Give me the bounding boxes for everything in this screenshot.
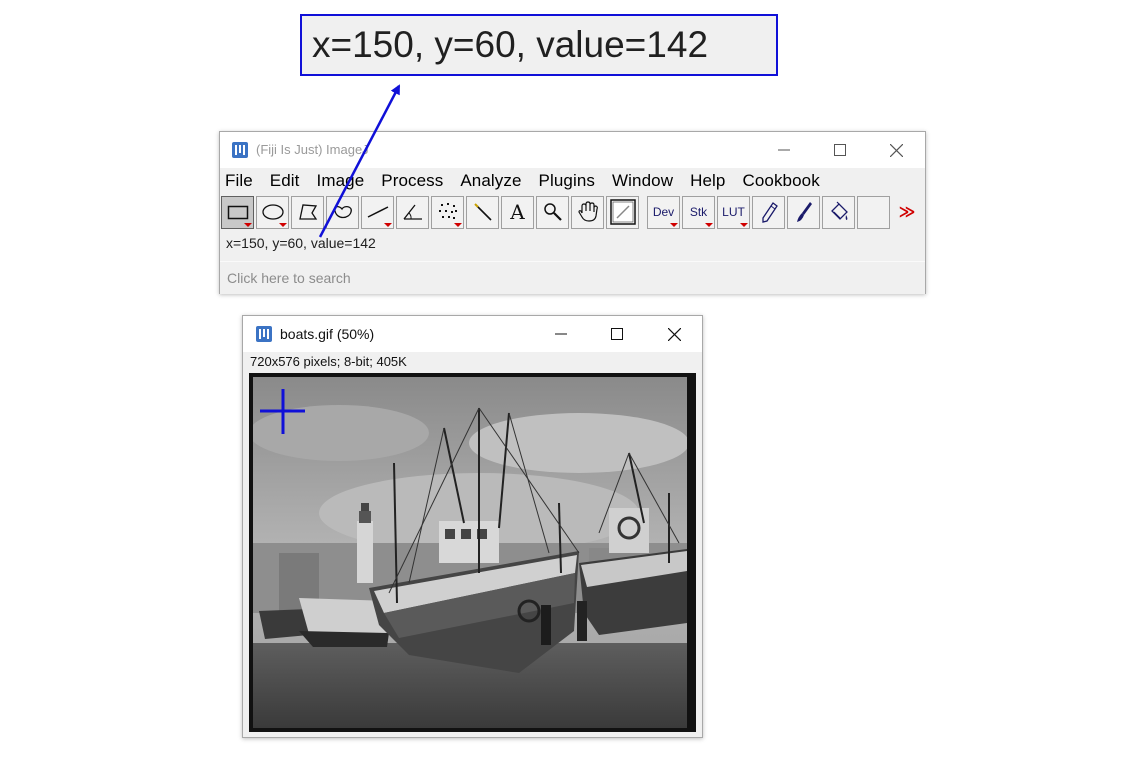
image-window-title: boats.gif (50%) bbox=[280, 326, 375, 342]
menu-cookbook[interactable]: Cookbook bbox=[742, 171, 819, 191]
minimize-icon bbox=[555, 333, 567, 335]
empty-tool-slot[interactable] bbox=[857, 195, 890, 229]
text-icon: A bbox=[510, 200, 525, 224]
magnifier-icon bbox=[543, 203, 562, 221]
color-picker-icon bbox=[609, 199, 636, 225]
text-tool[interactable]: A bbox=[501, 195, 534, 229]
wand-tool[interactable] bbox=[466, 195, 499, 229]
freehand-tool[interactable] bbox=[326, 195, 359, 229]
menu-process[interactable]: Process bbox=[381, 171, 443, 191]
menu-plugins[interactable]: Plugins bbox=[539, 171, 595, 191]
dev-menu-tool[interactable]: Dev bbox=[647, 195, 680, 229]
menu-help[interactable]: Help bbox=[690, 171, 725, 191]
maximize-icon bbox=[611, 328, 623, 340]
window-title: (Fiji Is Just) ImageJ bbox=[256, 142, 369, 157]
search-placeholder: Click here to search bbox=[227, 270, 351, 286]
dropdown-marker bbox=[279, 222, 287, 227]
imagej-main-window: (Fiji Is Just) ImageJ File Edit Image Pr… bbox=[219, 131, 926, 294]
close-icon bbox=[667, 327, 681, 341]
line-tool[interactable] bbox=[361, 195, 394, 229]
image-close-button[interactable] bbox=[646, 316, 702, 352]
line-icon bbox=[367, 206, 388, 218]
tool-bar: A Dev Stk LUT ≫ bbox=[221, 194, 924, 230]
angle-icon bbox=[402, 204, 422, 220]
maximize-icon bbox=[834, 144, 846, 156]
image-info: 720x576 pixels; 8-bit; 405K bbox=[250, 354, 407, 369]
flood-fill-tool[interactable] bbox=[822, 195, 855, 229]
lut-label: LUT bbox=[722, 205, 745, 219]
polygon-icon bbox=[298, 204, 317, 220]
image-minimize-button[interactable] bbox=[533, 316, 589, 352]
freehand-icon bbox=[333, 205, 352, 219]
image-maximize-button[interactable] bbox=[589, 316, 645, 352]
dropdown-marker bbox=[384, 222, 392, 227]
status-bar: x=150, y=60, value=142 bbox=[226, 235, 376, 251]
image-titlebar: boats.gif (50%) bbox=[243, 316, 702, 352]
rectangle-icon bbox=[227, 205, 248, 220]
dropdown-marker bbox=[244, 222, 252, 227]
maximize-button[interactable] bbox=[812, 132, 868, 168]
menu-window[interactable]: Window bbox=[612, 171, 673, 191]
magnifier-tool[interactable] bbox=[536, 195, 569, 229]
dropdown-marker bbox=[705, 222, 713, 227]
lut-menu-tool[interactable]: LUT bbox=[717, 195, 750, 229]
image-window: boats.gif (50%) 720x576 pixels; 8-bit; 4… bbox=[242, 315, 703, 738]
brush-icon bbox=[796, 202, 812, 222]
scroll-tool[interactable] bbox=[571, 195, 604, 229]
dropdown-marker bbox=[454, 222, 462, 227]
wand-icon bbox=[473, 203, 492, 221]
point-icon bbox=[438, 203, 457, 219]
more-tools-icon: ≫ bbox=[898, 204, 916, 221]
menu-edit[interactable]: Edit bbox=[270, 171, 300, 191]
point-tool[interactable] bbox=[431, 195, 464, 229]
status-zoom-callout: x=150, y=60, value=142 bbox=[300, 14, 778, 76]
rectangle-tool[interactable] bbox=[221, 195, 254, 229]
brush-tool[interactable] bbox=[787, 195, 820, 229]
close-icon bbox=[889, 143, 903, 157]
menu-image[interactable]: Image bbox=[317, 171, 365, 191]
boats-photo bbox=[249, 373, 696, 732]
more-tools-button[interactable]: ≫ bbox=[892, 196, 922, 229]
angle-tool[interactable] bbox=[396, 195, 429, 229]
search-bar[interactable]: Click here to search bbox=[220, 261, 925, 294]
pencil-tool[interactable] bbox=[752, 195, 785, 229]
hand-icon bbox=[577, 201, 598, 222]
main-titlebar: (Fiji Is Just) ImageJ bbox=[220, 132, 925, 168]
bucket-icon bbox=[830, 201, 848, 220]
dropdown-marker bbox=[740, 222, 748, 227]
polygon-tool[interactable] bbox=[291, 195, 324, 229]
menu-file[interactable]: File bbox=[225, 171, 253, 191]
stk-label: Stk bbox=[689, 205, 708, 219]
minimize-icon bbox=[778, 149, 790, 151]
fiji-app-icon bbox=[256, 326, 272, 342]
oval-icon bbox=[261, 204, 284, 220]
stk-menu-tool[interactable]: Stk bbox=[682, 195, 715, 229]
dev-label: Dev bbox=[652, 205, 675, 219]
dropdown-marker bbox=[670, 222, 678, 227]
minimize-button[interactable] bbox=[756, 132, 812, 168]
callout-text: x=150, y=60, value=142 bbox=[312, 24, 709, 65]
color-picker-tool[interactable] bbox=[606, 195, 639, 229]
menu-analyze[interactable]: Analyze bbox=[460, 171, 521, 191]
pencil-icon bbox=[761, 202, 778, 223]
oval-tool[interactable] bbox=[256, 195, 289, 229]
close-button[interactable] bbox=[868, 132, 924, 168]
fiji-app-icon bbox=[232, 142, 248, 158]
image-canvas[interactable] bbox=[249, 373, 696, 732]
menu-bar: File Edit Image Process Analyze Plugins … bbox=[220, 168, 925, 194]
